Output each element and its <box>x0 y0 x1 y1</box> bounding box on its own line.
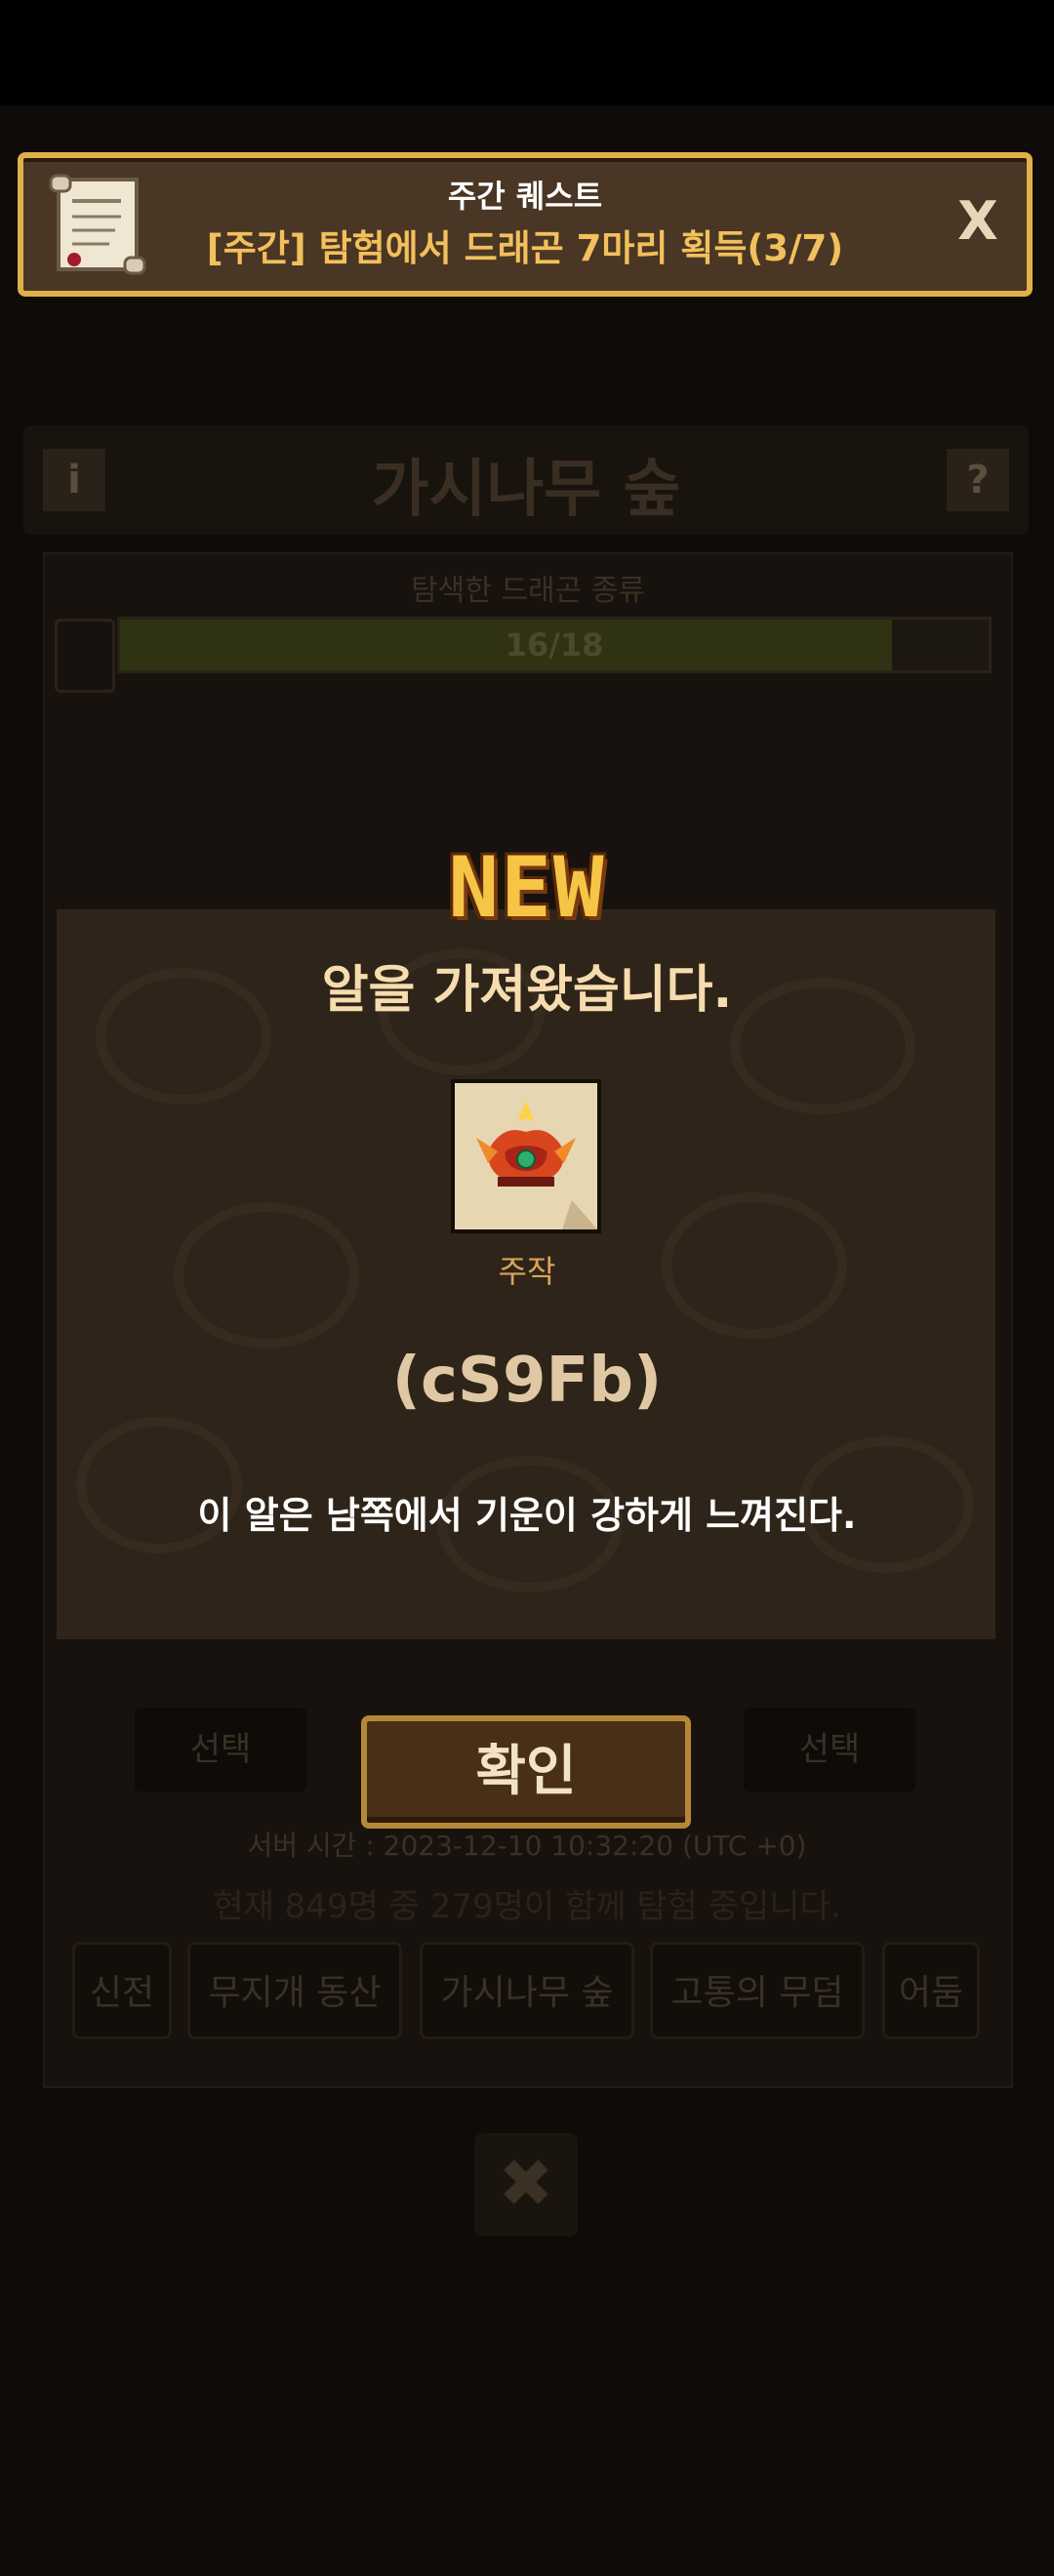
scroll-icon <box>55 619 115 693</box>
location-header: i 가시나무 숲 ? <box>23 425 1029 535</box>
progress-text: 16/18 <box>505 626 604 664</box>
tab-thorn-forest[interactable]: 가시나무 숲 <box>420 1942 634 2039</box>
tab-shrine[interactable]: 신전 <box>72 1942 172 2039</box>
choice-button-left[interactable]: 선택 <box>135 1708 306 1791</box>
new-badge: NEW <box>448 839 606 937</box>
quest-description: [주간] 탐험에서 드래곤 7마리 획득(3/7) <box>206 227 844 269</box>
help-button[interactable]: ? <box>947 449 1009 511</box>
location-title: 가시나무 숲 <box>371 454 681 526</box>
egg-code: (cS9Fb) <box>391 1345 663 1417</box>
egg-type-label: 주작 <box>498 1253 556 1290</box>
tab-tomb-of-pain[interactable]: 고통의 무덤 <box>650 1942 865 2039</box>
egg-description: 이 알은 남쪽에서 기운이 강하게 느껴진다. <box>197 1494 857 1537</box>
progress-bar: 16/18 <box>117 617 992 673</box>
choice-button-right[interactable]: 선택 <box>744 1708 915 1791</box>
tab-darkness[interactable]: 어둠의 <box>882 1942 980 2039</box>
confirm-button[interactable]: 확인 <box>361 1715 691 1829</box>
explorers-count: 현재 849명 중 279명이 함께 탐험 중입니다. <box>213 1887 841 1926</box>
server-time: 서버 시간 : 2023-12-10 10:32:20 (UTC +0) <box>247 1830 807 1862</box>
popup-headline: 알을 가져왔습니다. <box>321 961 733 1020</box>
close-icon[interactable]: ✖ <box>474 2133 578 2236</box>
tab-rainbow-hill[interactable]: 무지개 동산 <box>187 1942 402 2039</box>
egg-portrait <box>451 1079 601 1233</box>
quest-title: 주간 퀘스트 <box>447 178 603 215</box>
status-bar <box>0 0 1054 105</box>
phoenix-egg-icon <box>476 1101 597 1229</box>
weekly-quest-banner[interactable]: 주간 퀘스트 [주간] 탐험에서 드래곤 7마리 획득(3/7) X <box>18 152 1033 297</box>
quest-close-button[interactable]: X <box>949 187 1007 256</box>
progress-label: 탐색한 드래곤 종류 <box>411 574 645 608</box>
